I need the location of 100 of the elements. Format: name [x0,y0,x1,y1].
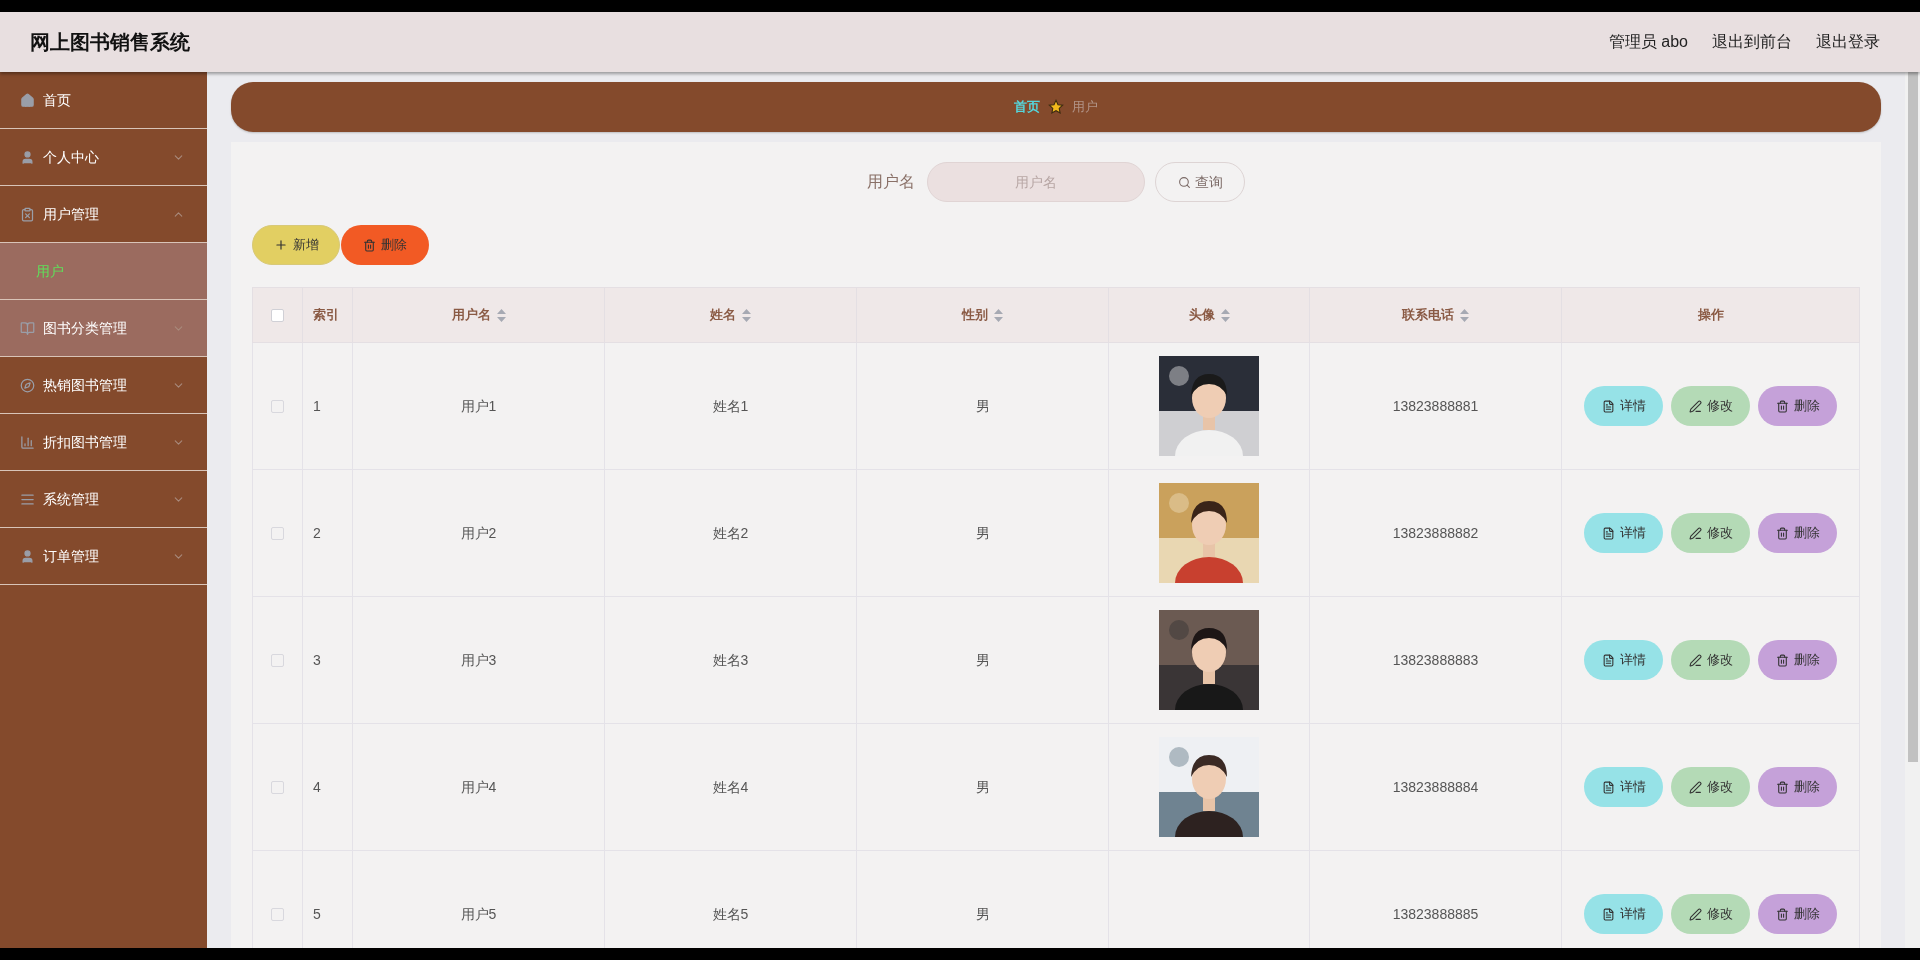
column-header[interactable]: 姓名 [604,287,857,343]
trash-icon [1775,399,1789,413]
delete-button[interactable]: 删除 [1758,894,1837,934]
row-checkbox[interactable] [271,908,284,922]
document-icon [1601,653,1615,667]
table-cell: 男 [856,596,1109,724]
document-icon [1601,780,1615,794]
search-button[interactable]: 查询 [1155,162,1245,202]
column-header: 操作 [1561,287,1860,343]
book-icon [20,320,35,336]
column-header[interactable]: 用户名 [352,287,605,343]
sort-icon[interactable] [742,308,751,322]
star-icon [1048,99,1064,115]
user-icon [20,548,35,564]
delete-button[interactable]: 删除 [1758,767,1837,807]
delete-button[interactable]: 删除 [1758,386,1837,426]
breadcrumb-item[interactable]: 首页 [1014,97,1040,117]
details-button[interactable]: 详情 [1584,640,1663,680]
clipboard-icon [20,206,35,222]
table-cell: 男 [856,469,1109,597]
table-cell: 13823888882 [1309,469,1562,597]
table-cell: 用户2 [352,469,605,597]
table-cell: 13823888884 [1309,723,1562,851]
trash-icon [1775,653,1789,667]
sort-icon[interactable] [1460,308,1469,322]
pencil-icon [1688,653,1702,667]
edit-button[interactable]: 修改 [1671,894,1750,934]
table-cell: 用户1 [352,342,605,470]
document-icon [1601,907,1615,921]
trash-icon [1775,907,1789,921]
list-icon [20,491,35,507]
edit-button[interactable]: 修改 [1671,640,1750,680]
document-icon [1601,399,1615,413]
column-header[interactable]: 头像 [1108,287,1310,343]
breadcrumb-item: 用户 [1072,98,1098,117]
details-button[interactable]: 详情 [1584,894,1663,934]
sidebar-item[interactable]: 图书分类管理 [0,300,207,357]
details-button[interactable]: 详情 [1584,513,1663,553]
edit-button[interactable]: 修改 [1671,513,1750,553]
table-cell: 3 [302,596,353,724]
table-cell: 男 [856,723,1109,851]
table-cell: 姓名4 [604,723,857,851]
sidebar-label: 个人中心 [43,147,100,167]
compass-icon [20,377,35,393]
table-cell: 13823888883 [1309,596,1562,724]
search-icon [1177,175,1191,189]
trash-icon [363,238,376,252]
table-cell: 姓名2 [604,469,857,597]
edit-button[interactable]: 修改 [1671,386,1750,426]
table-cell: 用户4 [352,723,605,851]
trash-icon [1775,526,1789,540]
header-link[interactable]: 退出到前台 [1712,30,1792,54]
sidebar-label: 用户管理 [43,204,100,224]
sort-icon[interactable] [994,308,1003,322]
column-header[interactable]: 性别 [856,287,1109,343]
admin-link[interactable]: 管理员 abo [1608,30,1688,54]
search-label: 用户名 [867,172,915,192]
table-cell: 姓名1 [604,342,857,470]
edit-button[interactable]: 修改 [1671,767,1750,807]
header-link[interactable]: 退出登录 [1816,30,1880,54]
pencil-icon [1688,907,1702,921]
table-cell: 用户3 [352,596,605,724]
header-checkbox[interactable] [271,309,284,323]
table-cell: 2 [302,469,353,597]
plus-icon [273,238,288,252]
table-cell: 1 [302,342,353,470]
sidebar-label: 系统管理 [43,489,100,509]
details-button[interactable]: 详情 [1584,767,1663,807]
delete-button[interactable]: 删除 [1758,640,1837,680]
sidebar-label: 热销图书管理 [43,375,128,395]
table-cell: 4 [302,723,353,851]
table-cell: 姓名3 [604,596,857,724]
add-button[interactable]: 新增 [252,225,340,265]
sidebar-label: 图书分类管理 [43,318,128,338]
app-title: 网上图书销售系统 [30,30,190,55]
trash-icon [1775,780,1789,794]
bar-chart-icon [20,434,35,450]
pencil-icon [1688,780,1702,794]
column-header[interactable]: 联系电话 [1309,287,1562,343]
delete-button[interactable]: 删除 [341,225,429,265]
details-button[interactable]: 详情 [1584,386,1663,426]
user-icon [20,149,35,165]
sort-icon[interactable] [496,308,506,322]
sidebar-label: 折扣图书管理 [43,432,128,452]
sidebar-label: 订单管理 [43,546,100,566]
delete-button[interactable]: 删除 [1758,513,1837,553]
home-icon [20,92,35,108]
row-checkbox[interactable] [271,527,284,541]
row-checkbox[interactable] [271,781,284,795]
document-icon [1601,526,1615,540]
sidebar-label: 首页 [43,90,72,110]
column-header: 索引 [302,287,353,343]
sort-icon[interactable] [1220,308,1230,322]
pencil-icon [1688,526,1702,540]
table-cell: 男 [856,342,1109,470]
pencil-icon [1688,399,1702,413]
table-cell: 13823888881 [1309,342,1562,470]
search-field[interactable]: 用户名 [927,162,1145,202]
row-checkbox[interactable] [271,400,284,414]
row-checkbox[interactable] [271,654,284,668]
